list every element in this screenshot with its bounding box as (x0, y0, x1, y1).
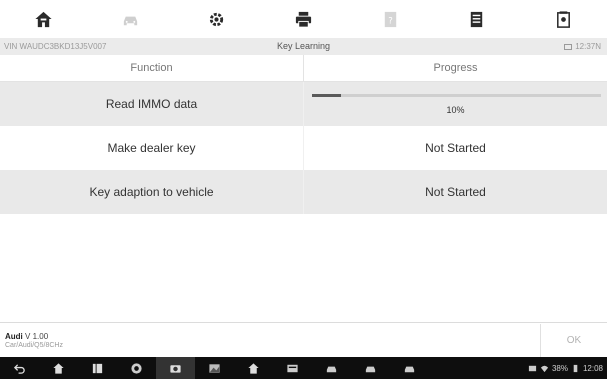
android-nav-bar: 38% 12:08 (0, 357, 607, 379)
data-logging-icon (471, 11, 483, 27)
app-window: ? VIN WAUDC3BKD13J5V007 Key Learning 12:… (0, 0, 607, 379)
header-progress: Progress (433, 62, 478, 74)
home-icon (248, 362, 259, 374)
nav-home-button[interactable] (39, 357, 78, 379)
header-function: Function (0, 55, 304, 81)
progress-cell: 10% (304, 82, 607, 126)
back-button[interactable] (0, 357, 39, 379)
car-icon (123, 16, 137, 25)
home-button[interactable] (0, 0, 87, 38)
service-button[interactable] (351, 357, 390, 379)
camera-icon (170, 364, 181, 373)
data-logging-button[interactable] (434, 0, 521, 38)
battery-percent: 38% (551, 363, 568, 373)
battery-icon (573, 364, 578, 372)
clock-time: 12:37N (575, 42, 601, 51)
status-area: 38% 12:08 (528, 364, 607, 373)
vehicle-path: Car/Audi/Q5/8CHz (5, 342, 63, 349)
table-row[interactable]: Key adaption to vehicle Not Started (0, 170, 607, 214)
page-title: Key Learning (276, 41, 331, 51)
function-cell: Read IMMO data (0, 82, 304, 126)
progress-text: 10% (446, 105, 465, 115)
car-icon (404, 366, 415, 372)
table-header: Function Progress (0, 55, 607, 82)
home-icon (53, 362, 64, 374)
key-learning-table: Function Progress Read IMMO data 10% Mak… (0, 55, 607, 214)
printer-icon (295, 11, 312, 28)
progress-cell: Not Started (425, 185, 486, 199)
svg-text:?: ? (388, 16, 393, 26)
home-icon (35, 11, 52, 27)
diagnostics-button[interactable] (312, 357, 351, 379)
vehicle-make: Audi (5, 332, 23, 341)
progress-cell: Not Started (425, 141, 486, 155)
car-icon (326, 366, 337, 372)
vehicle-swap-button[interactable] (87, 0, 174, 38)
gallery-button[interactable] (195, 357, 234, 379)
footer-bar: Audi V 1.00 Car/Audi/Q5/8CHz OK (0, 322, 607, 357)
print-button[interactable] (260, 0, 347, 38)
nav-home-shortcut-button[interactable] (234, 357, 273, 379)
message-icon (528, 365, 537, 371)
vehicle-version: V 1.00 (25, 332, 49, 341)
gallery-icon (209, 363, 220, 373)
quick-link-button[interactable] (390, 357, 429, 379)
table-row[interactable]: Read IMMO data 10% (0, 82, 607, 126)
recent-apps-button[interactable] (78, 357, 117, 379)
progress-fill (312, 94, 341, 97)
screenshot-button[interactable] (520, 0, 607, 38)
vci-button[interactable] (273, 357, 312, 379)
wifi-icon (540, 365, 549, 372)
settings-button[interactable] (173, 0, 260, 38)
ok-button[interactable]: OK (540, 324, 607, 357)
chrome-icon (131, 362, 142, 374)
info-bar: VIN WAUDC3BKD13J5V007 Key Learning 12:37… (0, 38, 607, 55)
vehicle-info: Audi V 1.00 Car/Audi/Q5/8CHz (5, 332, 63, 349)
status-time: 12:08 (582, 363, 603, 373)
browser-button[interactable] (117, 357, 156, 379)
vci-icon (287, 364, 298, 372)
function-cell: Make dealer key (0, 126, 304, 170)
help-button[interactable]: ? (347, 0, 434, 38)
help-icon: ? (384, 11, 396, 27)
table-row[interactable]: Make dealer key Not Started (0, 126, 607, 170)
screenshot-icon (557, 10, 571, 28)
recent-apps-icon (92, 363, 103, 373)
camera-button[interactable] (156, 357, 195, 379)
clock: 12:37N (564, 42, 601, 51)
car-icon (365, 366, 376, 372)
battery-icon (564, 43, 573, 50)
function-cell: Key adaption to vehicle (0, 170, 304, 214)
progress-bar (312, 94, 601, 97)
gear-icon (210, 12, 224, 26)
top-toolbar: ? (0, 0, 607, 38)
back-icon (13, 363, 25, 374)
